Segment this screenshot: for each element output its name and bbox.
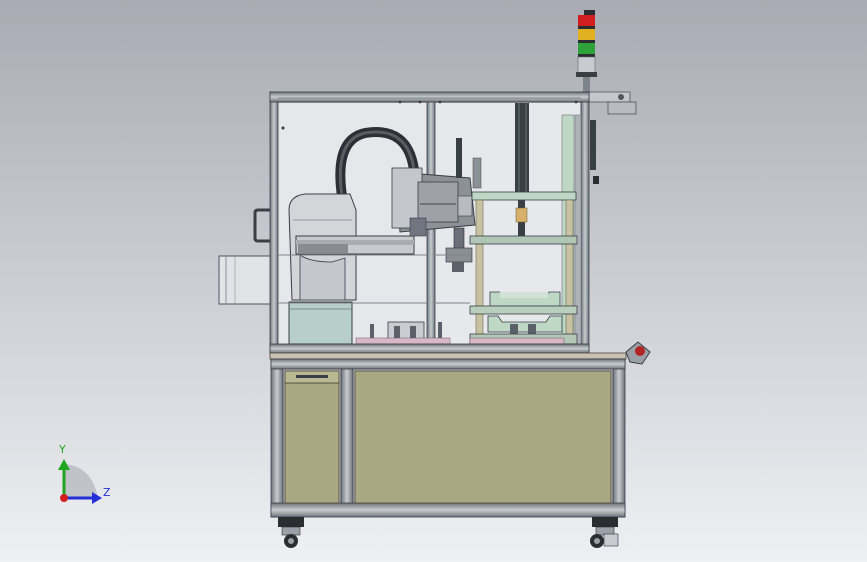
triad-origin (60, 494, 68, 502)
robot-pedestal (288, 301, 353, 345)
left-side-duct[interactable] (218, 255, 272, 305)
frame-post-left (269, 91, 279, 355)
die-plate (469, 305, 578, 315)
cabinet-post-center (340, 363, 354, 508)
frame-beam-mid (269, 343, 590, 354)
tower-light-yellow (578, 29, 595, 40)
triad-z-label: Z (103, 486, 111, 499)
machine-assembly-model[interactable] (0, 0, 867, 562)
cabinet-bottom-rail (270, 502, 626, 518)
tower-light-green (578, 43, 595, 54)
tower-light-red (578, 15, 595, 26)
cabinet-panel-left (284, 382, 340, 504)
cabinet-panel-right (354, 370, 612, 504)
table-top (269, 352, 627, 360)
press-top-plate (471, 191, 577, 201)
press-middle-plate (469, 235, 578, 245)
lower-cabinet (270, 358, 626, 518)
cabinet-post-left (270, 358, 284, 518)
cad-viewport[interactable]: Y Z (0, 0, 867, 562)
press-cylinder (515, 103, 529, 193)
right-side-connector (590, 120, 596, 170)
cabinet-post-right (612, 358, 626, 518)
triad-y-label: Y (59, 443, 66, 456)
frame-beam-top (269, 91, 590, 103)
frame-post-right (580, 91, 590, 355)
